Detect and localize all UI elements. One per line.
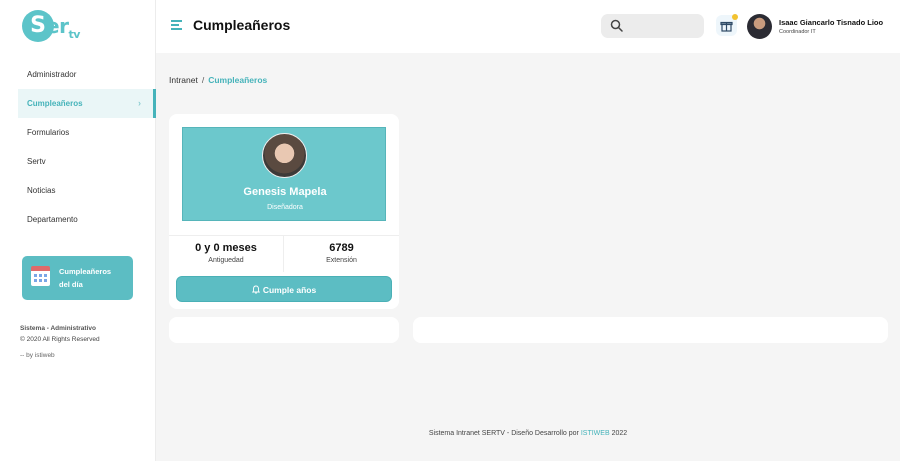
empty-panel-left [169, 317, 399, 343]
profile-name: Genesis Mapela [243, 186, 327, 198]
chevron-right-icon: › [138, 98, 141, 108]
footer-year: 2022 [611, 430, 628, 437]
top-header: Cumpleañeros Isaac Giancarlo Tisnado Lio… [156, 0, 900, 53]
notification-dot [732, 14, 738, 20]
footer-link[interactable]: ISTIWEB [581, 430, 610, 437]
sidebar-item-administrador[interactable]: Administrador [18, 60, 156, 89]
sidebar-item-label: Sertv [27, 157, 46, 166]
antiguedad-value: 0 y 0 meses [195, 242, 257, 254]
birthday-card-line1: Cumpleañeros [59, 267, 112, 276]
birthday-card-text: Cumpleañeros del día [59, 265, 129, 291]
gift-button[interactable] [716, 14, 738, 36]
empty-panel-right [413, 317, 888, 343]
profile-photo [262, 133, 307, 178]
system-title: Sistema - Administrativo [20, 325, 96, 332]
cumple-anos-button[interactable]: Cumple años [176, 276, 392, 302]
sidebar-item-departamento[interactable]: Departamento [18, 205, 156, 234]
avatar[interactable] [747, 14, 772, 39]
logo-tv: tv [68, 28, 80, 41]
logo-text: ertv [46, 14, 80, 41]
stat-antiguedad: 0 y 0 meses Antiguedad [169, 236, 284, 272]
bell-icon [251, 285, 260, 294]
sidebar-item-cumpleaneros[interactable]: Cumpleañeros › [18, 89, 156, 118]
breadcrumb-current: Cumpleañeros [208, 75, 268, 85]
footer: Sistema Intranet SERTV - Diseño Desarrol… [156, 430, 900, 437]
sidebar-item-noticias[interactable]: Noticias [18, 176, 156, 205]
cumple-anos-label: Cumple años [262, 285, 317, 295]
gift-icon [720, 21, 733, 32]
user-name: Isaac Giancarlo Tisnado Lioo [779, 18, 884, 27]
sidebar-item-label: Departamento [27, 215, 78, 224]
birthday-profile-card: Genesis Mapela Diseñadora 0 y 0 meses An… [169, 114, 399, 309]
menu-icon[interactable] [171, 20, 182, 30]
user-role: Coordinador IT [779, 29, 816, 35]
sertv-logo[interactable]: S ertv [22, 10, 82, 44]
profile-banner: Genesis Mapela Diseñadora [182, 127, 386, 221]
footer-text: Sistema Intranet SERTV - Diseño Desarrol… [428, 430, 579, 437]
search-icon [610, 19, 623, 32]
birthday-of-day-card[interactable]: Cumpleañeros del día [22, 256, 133, 300]
page-title: Cumpleañeros [193, 17, 291, 33]
sidebar-item-sertv[interactable]: Sertv [18, 147, 156, 176]
stat-extension: 6789 Extensión [284, 236, 399, 272]
search-input[interactable] [601, 14, 704, 38]
sidebar-item-label: Noticias [27, 186, 56, 195]
extension-label: Extensión [326, 257, 357, 264]
logo-er: er [46, 14, 69, 38]
sidebar: S ertv Administrador Cumpleañeros › Formu… [0, 0, 156, 461]
breadcrumb: Intranet / Cumpleañeros [169, 75, 267, 85]
profile-role: Diseñadora [267, 204, 303, 211]
birthday-card-line2: del día [59, 280, 83, 289]
extension-value: 6789 [329, 242, 354, 254]
breadcrumb-root[interactable]: Intranet [169, 75, 198, 85]
sidebar-item-label: Formularios [27, 128, 70, 137]
profile-stats: 0 y 0 meses Antiguedad 6789 Extensión [169, 235, 399, 272]
sidebar-item-formularios[interactable]: Formularios [18, 118, 156, 147]
sidebar-item-label: Administrador [27, 70, 77, 79]
breadcrumb-separator: / [201, 75, 205, 85]
system-info: Sistema - Administrativo © 2020 All Righ… [20, 323, 100, 361]
system-rights: © 2020 All Rights Reserved [20, 336, 100, 343]
sidebar-nav: Administrador Cumpleañeros › Formularios … [18, 60, 156, 234]
system-by: -- by istiweb [20, 352, 55, 359]
antiguedad-label: Antiguedad [208, 257, 244, 264]
calendar-icon [31, 266, 50, 286]
sidebar-item-label: Cumpleañeros [27, 99, 83, 108]
